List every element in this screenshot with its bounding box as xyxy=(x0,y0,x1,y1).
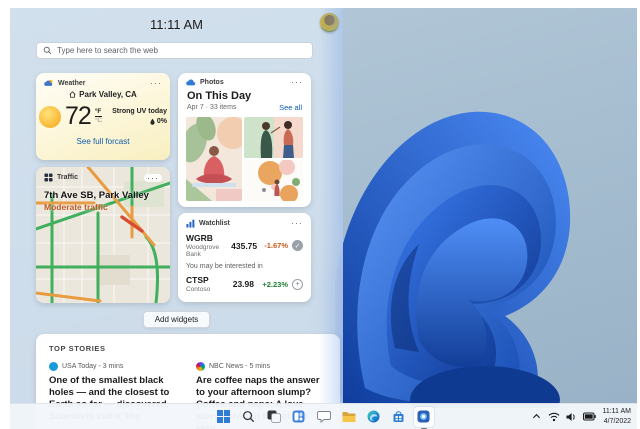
web-search-bar[interactable] xyxy=(36,42,313,59)
photo-collage[interactable] xyxy=(186,117,303,201)
usa-today-icon xyxy=(49,362,58,371)
bloom-wallpaper-graphic xyxy=(335,48,575,408)
stock-row-ctsp[interactable]: CTSP Contoso 23.98 +2.23% + xyxy=(178,272,311,293)
watchlist-more-button[interactable]: ··· xyxy=(291,221,303,226)
stock-symbol: CTSP xyxy=(186,275,210,285)
unit-fahrenheit[interactable]: °F xyxy=(95,108,102,117)
photos-title: Photos xyxy=(200,79,224,86)
active-app-button[interactable] xyxy=(414,407,434,427)
weather-more-button[interactable]: ··· xyxy=(150,81,162,86)
traffic-widget[interactable]: Traffic ··· 7th Ave SB, Park Valley Mode… xyxy=(36,167,170,303)
unit-celsius[interactable]: °C xyxy=(95,117,102,125)
watchlist-widget[interactable]: Watchlist ··· WGRB Woodgrove Bank 435.75… xyxy=(178,213,311,302)
user-avatar[interactable] xyxy=(320,13,339,32)
desktop: 11:11 AM Weather ··· xyxy=(10,8,637,429)
sun-icon xyxy=(39,106,61,128)
widgets-button[interactable] xyxy=(289,407,309,427)
stock-price: 435.75 xyxy=(231,241,257,251)
photo-meditation[interactable] xyxy=(186,117,242,201)
widgets-icon xyxy=(292,410,305,423)
edge-icon xyxy=(367,410,380,423)
traffic-icon xyxy=(44,173,53,182)
weather-summary: Strong UV today xyxy=(112,108,167,115)
windows-logo-icon xyxy=(217,410,230,423)
add-widgets-button[interactable]: Add widgets xyxy=(143,311,211,328)
stock-added-button[interactable]: ✓ xyxy=(292,240,303,251)
chat-button[interactable] xyxy=(314,407,334,427)
weather-widget[interactable]: Weather ··· Park Valley, CA 72 °F °C Str… xyxy=(36,73,170,160)
photos-heading: On This Day xyxy=(178,88,311,102)
task-view-icon xyxy=(267,410,281,423)
stock-add-button[interactable]: + xyxy=(292,279,303,290)
traffic-heading: 7th Ave SB, Park Valley xyxy=(44,190,162,201)
volume-icon[interactable] xyxy=(566,412,577,422)
story-source: USA Today - 3 mins xyxy=(62,363,123,370)
see-full-forecast-link[interactable]: See full forcast xyxy=(36,137,170,146)
stock-price: 23.98 xyxy=(233,279,254,289)
precipitation-value: 0% xyxy=(157,118,167,125)
stock-change: -1.67% xyxy=(257,241,288,250)
store-icon xyxy=(392,410,405,423)
photos-more-button[interactable]: ··· xyxy=(291,80,303,85)
widgets-panel: 11:11 AM Weather ··· xyxy=(10,8,343,403)
search-icon xyxy=(242,410,255,423)
panel-clock: 11:11 AM xyxy=(10,17,343,32)
photos-widget[interactable]: Photos ··· On This Day Apr 7 · 33 items … xyxy=(178,73,311,207)
tray-date: 4/7/2022 xyxy=(602,417,631,426)
tray-clock[interactable]: 11:11 AM 4/7/2022 xyxy=(602,407,631,425)
weather-location: Park Valley, CA xyxy=(79,90,137,99)
home-icon xyxy=(69,91,76,98)
watchlist-interest-label: You may be interested in xyxy=(178,258,311,272)
battery-icon[interactable] xyxy=(583,412,596,421)
file-explorer-button[interactable] xyxy=(339,407,359,427)
taskbar: 11:11 AM 4/7/2022 xyxy=(10,403,637,429)
photo-circles[interactable] xyxy=(244,160,303,201)
stock-symbol: WGRB xyxy=(186,233,231,243)
nbc-news-icon xyxy=(196,362,205,371)
active-app-icon xyxy=(417,410,430,423)
file-explorer-icon xyxy=(342,411,356,423)
droplet-icon xyxy=(150,118,155,125)
traffic-title: Traffic xyxy=(57,174,78,181)
weather-icon xyxy=(44,79,54,87)
search-icon xyxy=(43,46,52,55)
see-all-link[interactable]: See all xyxy=(279,103,302,112)
photos-cloud-icon xyxy=(186,79,196,86)
start-button[interactable] xyxy=(214,407,234,427)
tray-time: 11:11 AM xyxy=(602,407,631,416)
stock-company: Contoso xyxy=(186,286,210,293)
top-stories-header: TOP STORIES xyxy=(49,344,327,353)
temperature-value: 72 xyxy=(65,102,91,131)
search-input[interactable] xyxy=(57,46,306,55)
task-view-button[interactable] xyxy=(264,407,284,427)
edge-browser-button[interactable] xyxy=(364,407,384,427)
wifi-icon[interactable] xyxy=(548,412,560,422)
microsoft-store-button[interactable] xyxy=(389,407,409,427)
watchlist-icon xyxy=(186,219,195,228)
stock-change: +2.23% xyxy=(254,280,288,289)
traffic-more-button[interactable]: ··· xyxy=(144,174,162,182)
taskbar-search-button[interactable] xyxy=(239,407,259,427)
story-source: NBC News - 5 mins xyxy=(209,363,270,370)
watchlist-title: Watchlist xyxy=(199,220,230,227)
stock-row-wgrb[interactable]: WGRB Woodgrove Bank 435.75 -1.67% ✓ xyxy=(178,230,311,258)
traffic-status: Moderate traffic xyxy=(44,202,162,212)
tray-chevron-icon[interactable] xyxy=(531,412,542,421)
unit-toggle[interactable]: °F °C xyxy=(95,108,102,126)
weather-title: Weather xyxy=(58,80,86,87)
chat-icon xyxy=(317,410,331,423)
photo-painting[interactable] xyxy=(244,117,303,158)
stock-company: Woodgrove Bank xyxy=(186,244,231,258)
photos-subheading: Apr 7 · 33 items xyxy=(187,104,236,111)
